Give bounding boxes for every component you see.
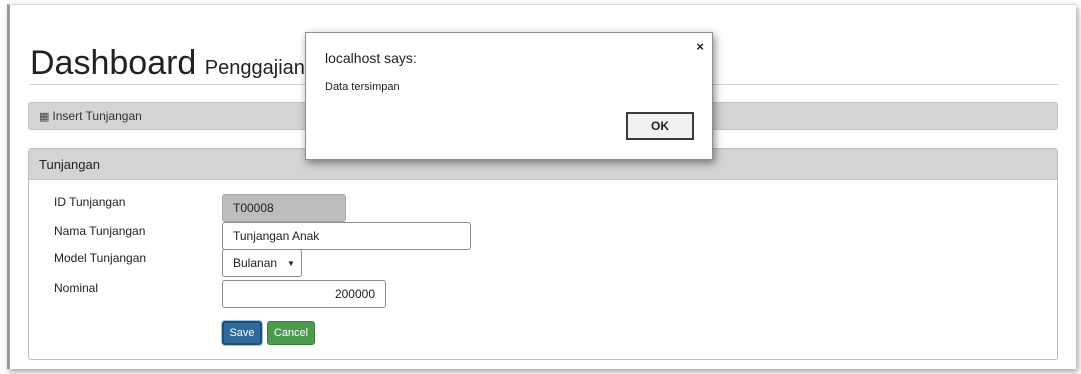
breadcrumb-label: Insert Tunjangan	[52, 109, 142, 123]
model-tunjangan-value: Bulanan	[233, 256, 278, 270]
dialog-message: Data tersimpan	[325, 81, 400, 93]
dialog-title: localhost says:	[325, 50, 417, 66]
model-tunjangan-label: Model Tunjangan	[54, 251, 147, 265]
table-icon: ▦	[39, 110, 50, 123]
id-tunjangan-field: T00008	[222, 194, 346, 222]
close-icon[interactable]: ×	[696, 39, 704, 54]
model-tunjangan-select[interactable]: Bulanan ▼	[222, 249, 302, 277]
alert-dialog: × localhost says: Data tersimpan OK	[305, 32, 713, 160]
page-title: Dashboard Penggajian	[30, 44, 305, 83]
chevron-down-icon: ▼	[287, 258, 295, 268]
form-panel: Tunjangan	[28, 148, 1058, 360]
nominal-input[interactable]: 200000	[222, 280, 386, 308]
nama-tunjangan-input[interactable]: Tunjangan Anak	[222, 222, 471, 250]
page-title-main: Dashboard	[30, 44, 197, 82]
nama-tunjangan-label: Nama Tunjangan	[54, 224, 146, 238]
page-title-sub: Penggajian	[204, 57, 305, 79]
cancel-button[interactable]: Cancel	[267, 321, 315, 345]
save-button[interactable]: Save	[222, 321, 262, 345]
nominal-label: Nominal	[54, 281, 99, 295]
id-tunjangan-label: ID Tunjangan	[54, 195, 126, 209]
ok-button[interactable]: OK	[626, 112, 694, 140]
